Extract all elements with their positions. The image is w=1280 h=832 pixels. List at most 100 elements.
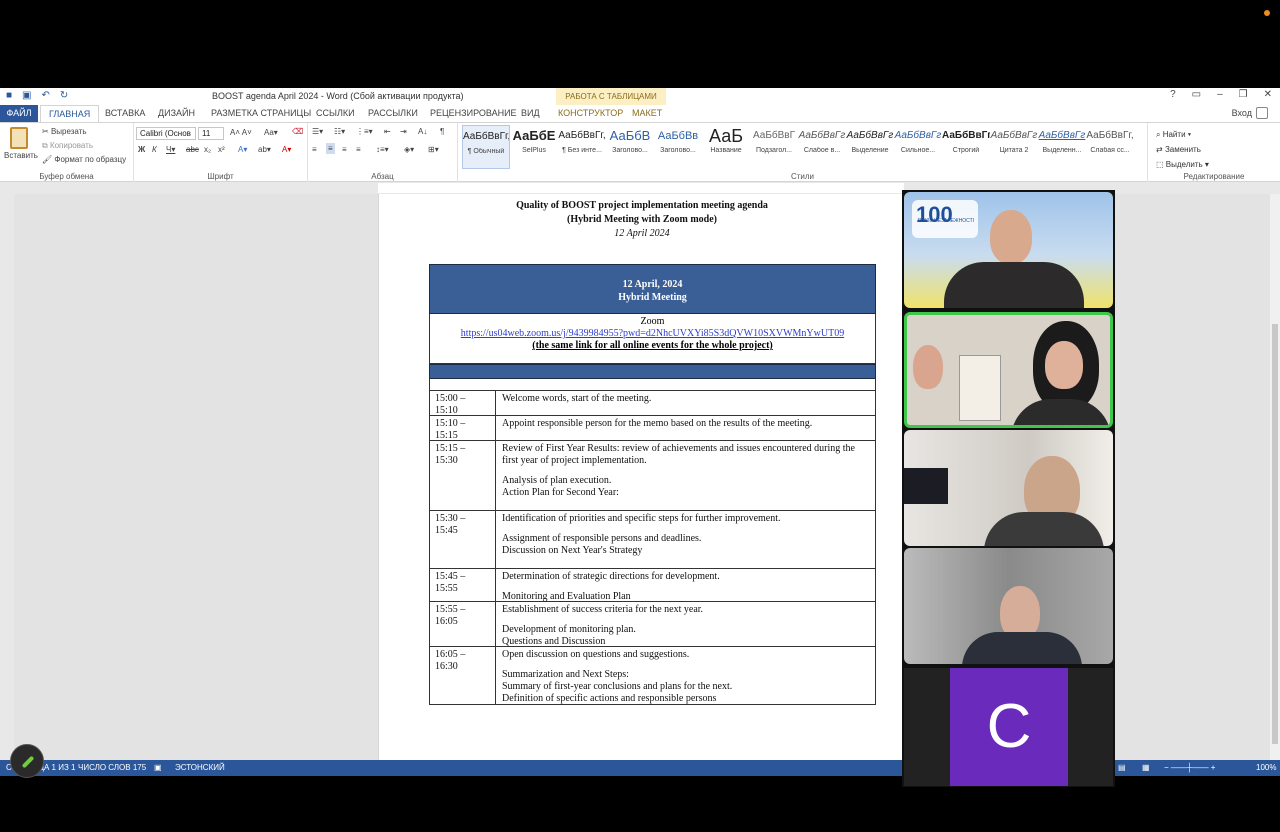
copy-button[interactable]: ⧉ Копировать: [42, 141, 93, 151]
style-no-spacing[interactable]: АаБбВвГг, ¶ Без инте...: [558, 125, 606, 169]
subscript-icon[interactable]: x₂: [204, 145, 211, 154]
redo-icon[interactable]: ↻: [60, 90, 68, 101]
decrease-indent-icon[interactable]: ⇤: [384, 127, 391, 136]
justify-icon[interactable]: ≡: [356, 145, 361, 154]
align-left-icon[interactable]: ≡: [312, 145, 317, 154]
find-label: Найти: [1162, 130, 1186, 139]
zoom-slider[interactable]: − ——┼—— +: [1164, 763, 1215, 772]
select-button[interactable]: ⬚ Выделить ▾: [1156, 157, 1209, 172]
vertical-scrollbar[interactable]: [1270, 194, 1280, 760]
style-quote2[interactable]: АаБбВвГг Цитата 2: [990, 125, 1038, 169]
style-subtle-emphasis[interactable]: АаБбВвГг Слабое в...: [798, 125, 846, 169]
increase-indent-icon[interactable]: ⇥: [400, 127, 407, 136]
highlight-icon[interactable]: ab▾: [258, 145, 271, 154]
tab-design[interactable]: ДИЗАЙН: [158, 108, 195, 118]
tab-references[interactable]: ССЫЛКИ: [316, 108, 355, 118]
zoom-link[interactable]: https://us04web.zoom.us/j/9439984955?pwd…: [430, 328, 875, 340]
style-title[interactable]: АаБ Название: [702, 125, 750, 169]
tab-view[interactable]: ВИД: [521, 108, 540, 118]
participant-body: [1011, 399, 1110, 425]
tab-table-layout[interactable]: МАКЕТ: [632, 108, 662, 118]
zoom-level[interactable]: 100%: [1256, 763, 1276, 772]
scrollbar-thumb[interactable]: [1272, 324, 1278, 744]
change-case-icon[interactable]: Aa▾: [264, 128, 278, 137]
vertical-ruler[interactable]: [0, 194, 14, 760]
annotate-pen-icon[interactable]: [10, 744, 44, 778]
align-center-icon[interactable]: ≡: [326, 143, 335, 154]
tab-home[interactable]: ГЛАВНАЯ: [40, 105, 100, 123]
item-text: Definition of specific actions and respo…: [502, 693, 717, 704]
find-button[interactable]: ⌕ Найти ▾: [1156, 127, 1209, 142]
participant-tile-no-video[interactable]: C: [904, 668, 1113, 786]
style-name: Слабая сс...: [1090, 147, 1130, 154]
style-intense-emphasis[interactable]: АаБбВвГг Сильное...: [894, 125, 942, 169]
restore-icon[interactable]: ❐: [1239, 89, 1248, 100]
font-color-icon[interactable]: A▾: [282, 145, 291, 154]
read-mode-icon[interactable]: ▤: [1118, 763, 1126, 772]
ribbon-options-icon[interactable]: ▭: [1192, 89, 1201, 100]
bold-icon[interactable]: Ж: [138, 145, 145, 154]
text-effects-icon[interactable]: A▾: [238, 145, 247, 154]
user-avatar-icon[interactable]: [1256, 107, 1268, 119]
tab-file[interactable]: ФАЙЛ: [0, 105, 38, 122]
style-normal[interactable]: АаБбВвГг, ¶ Обычный: [462, 125, 510, 169]
underline-icon[interactable]: Ч▾: [166, 145, 175, 154]
multilevel-list-icon[interactable]: ⋮≡▾: [356, 127, 373, 136]
line-spacing-icon[interactable]: ↕≡▾: [376, 145, 389, 154]
tab-insert[interactable]: ВСТАВКА: [105, 108, 145, 118]
participant-tile[interactable]: [904, 548, 1113, 664]
numbering-icon[interactable]: ☷▾: [334, 127, 345, 136]
italic-icon[interactable]: К: [152, 145, 157, 154]
show-marks-icon[interactable]: ¶: [440, 127, 444, 136]
word-count[interactable]: ЧИСЛО СЛОВ 175: [78, 763, 146, 772]
cut-button[interactable]: ✂ Вырезать: [42, 127, 87, 136]
font-name-select[interactable]: Calibri (Основ: [136, 127, 196, 140]
shading-icon[interactable]: ◈▾: [404, 145, 414, 154]
tab-table-design[interactable]: КОНСТРУКТОР: [558, 108, 623, 118]
independence-logo: 100 РОКІВ НЕЗАЛЕЖНОСТІ: [912, 200, 978, 238]
tab-mailings[interactable]: РАССЫЛКИ: [368, 108, 418, 118]
close-icon[interactable]: ✕: [1264, 89, 1272, 100]
superscript-icon[interactable]: x²: [218, 145, 225, 154]
save-icon[interactable]: ▣: [22, 90, 31, 101]
tab-review[interactable]: РЕЦЕНЗИРОВАНИЕ: [430, 108, 517, 118]
replace-button[interactable]: ⇄ Заменить: [1156, 142, 1209, 157]
doc-date: 12 April 2024: [614, 228, 670, 239]
align-right-icon[interactable]: ≡: [342, 145, 347, 154]
participant-tile[interactable]: 100 РОКІВ НЕЗАЛЕЖНОСТІ: [904, 192, 1113, 308]
zoom-cell: Zoom https://us04web.zoom.us/j/943998495…: [429, 314, 876, 364]
font-size-select[interactable]: 11: [198, 127, 224, 140]
style-subtle-reference[interactable]: АаБбВвГг, Слабая сс...: [1086, 125, 1134, 169]
sign-in-label[interactable]: Вход: [1232, 108, 1252, 118]
format-painter-button[interactable]: 🖌 Формат по образцу: [42, 155, 126, 164]
bullets-icon[interactable]: ☰▾: [312, 127, 323, 136]
style-subtitle[interactable]: АаБбВвГ Подзагол...: [750, 125, 798, 169]
paste-button[interactable]: Вставить: [4, 151, 38, 160]
style-strong[interactable]: АаБбВвГг, Строгий: [942, 125, 990, 169]
strikethrough-icon[interactable]: abc: [186, 145, 199, 154]
paste-icon[interactable]: [10, 127, 28, 149]
print-layout-icon[interactable]: ▦: [1142, 763, 1150, 772]
style-heading2[interactable]: АаБбВв Заголово...: [654, 125, 702, 169]
grow-font-icon[interactable]: A˄ A˅: [230, 128, 252, 137]
participant-tile[interactable]: [904, 430, 1113, 546]
item-cell: Appoint responsible person for the memo …: [497, 416, 875, 432]
style-selplus[interactable]: АаБбЕ SelPlus: [510, 125, 558, 169]
undo-icon[interactable]: ↶: [42, 90, 50, 101]
minimize-icon[interactable]: –: [1217, 89, 1223, 100]
document-page[interactable]: Quality of BOOST project implementation …: [378, 194, 904, 760]
style-heading1[interactable]: АаБбВ Заголово...: [606, 125, 654, 169]
proofing-icon[interactable]: ▣: [154, 763, 162, 772]
participant-tile-active-speaker[interactable]: [904, 312, 1113, 428]
sign-in[interactable]: Вход: [1232, 107, 1268, 119]
time-cell: 15:55 –16:05: [430, 602, 496, 646]
language-indicator[interactable]: ЭСТОНСКИЙ: [175, 763, 225, 772]
tab-layout[interactable]: РАЗМЕТКА СТРАНИЦЫ: [211, 108, 311, 118]
borders-icon[interactable]: ⊞▾: [428, 145, 439, 154]
help-icon[interactable]: ?: [1170, 89, 1176, 100]
replace-label: Заменить: [1164, 145, 1201, 154]
style-emphasis[interactable]: АаБбВвГг Выделение: [846, 125, 894, 169]
sort-icon[interactable]: A↓: [418, 127, 427, 136]
clear-formatting-icon[interactable]: ⌫: [292, 127, 303, 136]
style-intense-quote[interactable]: АаБбВвГг Выделенн...: [1038, 125, 1086, 169]
